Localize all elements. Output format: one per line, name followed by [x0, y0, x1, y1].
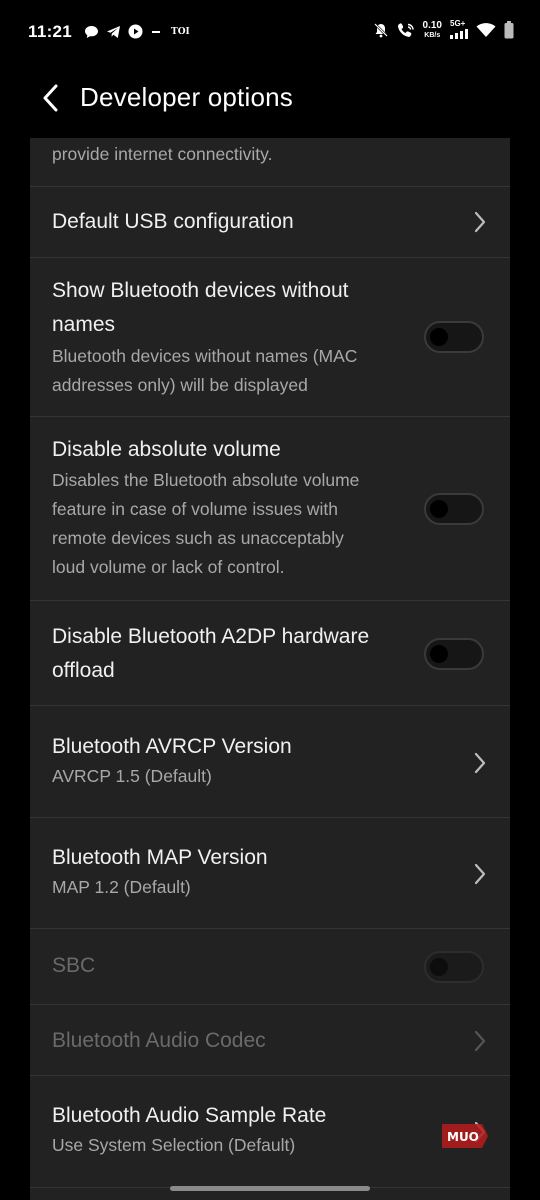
- youtube-icon: [128, 24, 143, 39]
- item-title-line1: Show Bluetooth devices without: [52, 279, 349, 302]
- chevron-left-icon: [43, 84, 58, 112]
- sbc-toggle: [424, 951, 484, 983]
- item-title: Disable absolute volume: [52, 438, 281, 461]
- chat-bubble-icon: [85, 25, 98, 38]
- muo-watermark-text: MUO: [447, 1130, 479, 1144]
- item-subtitle-line2: addresses only) will be displayed: [52, 375, 308, 395]
- toggle-knob: [430, 500, 448, 518]
- show-bluetooth-devices-without-names-item[interactable]: Show Bluetooth devices without names Blu…: [30, 258, 510, 417]
- toggle-knob: [430, 328, 448, 346]
- back-button[interactable]: [30, 80, 70, 116]
- item-title-line2: names: [52, 313, 116, 336]
- cell-signal: 5G+: [450, 20, 468, 39]
- network-speed: 0.10 KB/s: [422, 19, 442, 39]
- toi-label: TOI: [171, 26, 190, 37]
- default-usb-configuration-item[interactable]: Default USB configuration: [30, 187, 510, 258]
- item-title: Bluetooth Audio Codec: [52, 1029, 266, 1052]
- muo-watermark-logo: MUO: [442, 1124, 488, 1148]
- item-title: Default USB configuration: [52, 210, 294, 233]
- partial-subtitle: provide internet connectivity.: [52, 144, 273, 164]
- status-time: 11:21: [28, 22, 73, 41]
- item-subtitle: MAP 1.2 (Default): [52, 877, 191, 897]
- item-subtitle-line4: loud volume or lack of control.: [52, 557, 285, 577]
- minus-icon: [152, 30, 160, 33]
- signal-icon: [450, 29, 468, 39]
- status-bar: 11:21 TOI 0.10 KB/s 5G+: [0, 0, 540, 68]
- item-subtitle-line1: Disables the Bluetooth absolute volume: [52, 470, 360, 490]
- disable-absolute-volume-item[interactable]: Disable absolute volume Disables the Blu…: [30, 417, 510, 601]
- page-title: Developer options: [80, 82, 293, 112]
- mute-icon: [373, 22, 388, 37]
- toggle-knob: [430, 958, 448, 976]
- chevron-right-icon: [474, 1030, 486, 1052]
- item-subtitle-line2: feature in case of volume issues with: [52, 499, 338, 519]
- item-subtitle-line1: Bluetooth devices without names (MAC: [52, 346, 358, 366]
- app-header: Developer options: [0, 68, 540, 138]
- bluetooth-map-version-item[interactable]: Bluetooth MAP Version MAP 1.2 (Default): [30, 818, 510, 929]
- show-bluetooth-without-names-toggle[interactable]: [424, 321, 484, 353]
- disable-absolute-volume-toggle[interactable]: [424, 493, 484, 525]
- notification-icons: TOI: [84, 24, 190, 39]
- system-icons: 0.10 KB/s 5G+: [373, 20, 514, 39]
- settings-list: provide internet connectivity. Default U…: [30, 138, 510, 1200]
- list-item-partial[interactable]: provide internet connectivity.: [30, 138, 510, 187]
- battery-icon: [504, 20, 514, 38]
- network-type: 5G+: [450, 19, 466, 28]
- chevron-right-icon: [474, 752, 486, 774]
- item-title: Bluetooth MAP Version: [52, 846, 268, 869]
- disable-a2dp-offload-toggle[interactable]: [424, 638, 484, 670]
- item-subtitle: Use System Selection (Default): [52, 1135, 296, 1155]
- wifi-icon: [476, 22, 496, 37]
- toggle-knob: [430, 645, 448, 663]
- chevron-right-icon: [474, 863, 486, 885]
- item-subtitle: AVRCP 1.5 (Default): [52, 766, 212, 786]
- net-speed-unit: KB/s: [424, 31, 441, 39]
- item-title: Bluetooth Audio Sample Rate: [52, 1104, 327, 1127]
- bluetooth-audio-codec-item: Bluetooth Audio Codec: [30, 1005, 510, 1076]
- sbc-item: SBC: [30, 929, 510, 1005]
- chevron-right-icon: [474, 211, 486, 233]
- item-subtitle-line3: remote devices such as unacceptably: [52, 528, 344, 548]
- telegram-icon: [107, 25, 120, 38]
- home-indicator[interactable]: [170, 1186, 370, 1191]
- disable-a2dp-hardware-offload-item[interactable]: Disable Bluetooth A2DP hardware offload: [30, 601, 510, 706]
- wifi-call-icon: [397, 22, 414, 37]
- item-title: Bluetooth AVRCP Version: [52, 735, 292, 758]
- net-speed-value: 0.10: [422, 19, 442, 31]
- item-title-line2: offload: [52, 659, 115, 682]
- bluetooth-avrcp-version-item[interactable]: Bluetooth AVRCP Version AVRCP 1.5 (Defau…: [30, 706, 510, 818]
- item-title-line1: Disable Bluetooth A2DP hardware: [52, 625, 370, 648]
- item-title: SBC: [52, 954, 96, 977]
